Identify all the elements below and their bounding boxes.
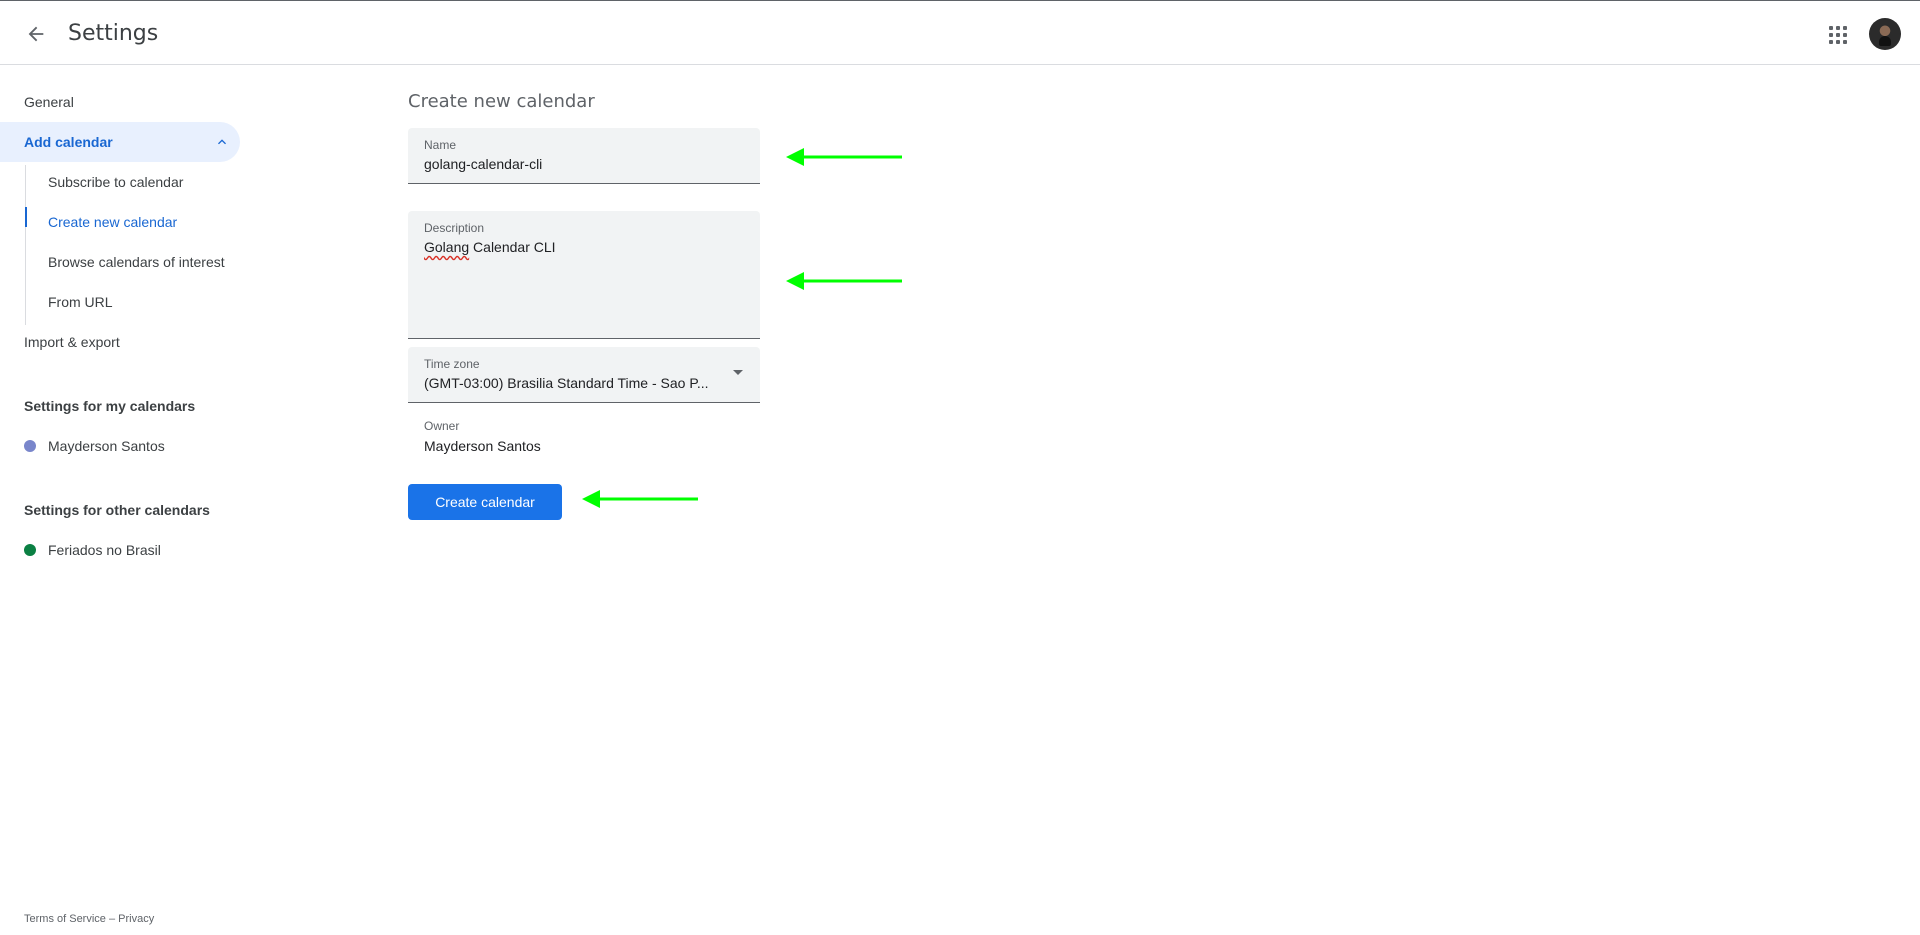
description-field[interactable]: Description Golang Calendar CLI [408, 211, 760, 339]
back-button[interactable] [18, 16, 54, 52]
section-title: Create new calendar [408, 91, 595, 112]
annotation-arrow-icon [582, 490, 698, 508]
sidebar-item-create-new-calendar[interactable]: Create new calendar [0, 202, 240, 242]
timezone-value: (GMT-03:00) Brasilia Standard Time - Sao… [424, 375, 709, 391]
sidebar-item-label: Subscribe to calendar [48, 174, 184, 190]
apps-grid-icon [1829, 26, 1847, 44]
dropdown-arrow-icon [733, 370, 743, 375]
create-calendar-button[interactable]: Create calendar [408, 484, 562, 520]
top-bar: Settings [0, 0, 1920, 65]
annotation-arrow-icon [786, 148, 902, 166]
sidebar-item-label: From URL [48, 294, 113, 310]
sidebar-item-label: Browse calendars of interest [48, 254, 225, 270]
privacy-link[interactable]: Privacy [118, 913, 154, 925]
misspelled-word: Golang [424, 239, 470, 255]
description-field-label: Description [424, 221, 485, 235]
sidebar-item-my-calendar[interactable]: Mayderson Santos [24, 434, 165, 458]
timezone-field-label: Time zone [424, 357, 480, 371]
other-calendars-heading: Settings for other calendars [24, 502, 210, 518]
owner-label: Owner [424, 419, 460, 433]
description-textarea[interactable]: Golang Calendar CLI [424, 239, 556, 255]
owner-value: Mayderson Santos [424, 438, 541, 454]
name-field[interactable]: Name golang-calendar-cli [408, 128, 760, 184]
description-text: Calendar CLI [469, 239, 556, 255]
name-field-label: Name [424, 138, 457, 152]
google-apps-button[interactable] [1818, 17, 1858, 53]
name-input[interactable]: golang-calendar-cli [424, 156, 542, 172]
sidebar-item-other-calendar[interactable]: Feriados no Brasil [24, 538, 161, 562]
sidebar-item-label: Create new calendar [48, 214, 178, 230]
calendar-label: Mayderson Santos [48, 438, 165, 454]
footer-links: Terms of Service – Privacy [24, 913, 154, 925]
sidebar-item-browse-calendars[interactable]: Browse calendars of interest [0, 242, 240, 282]
footer-separator: – [105, 913, 119, 925]
account-avatar[interactable] [1869, 18, 1901, 50]
sidebar-item-subscribe[interactable]: Subscribe to calendar [0, 162, 240, 202]
sidebar-item-add-calendar[interactable]: Add calendar [0, 122, 240, 162]
sidebar-item-import-export[interactable]: Import & export [0, 322, 240, 362]
timezone-select[interactable]: Time zone (GMT-03:00) Brasilia Standard … [408, 347, 760, 403]
sidebar-item-label: General [24, 94, 74, 110]
annotation-arrow-icon [786, 272, 902, 290]
sidebar-item-from-url[interactable]: From URL [0, 282, 240, 322]
calendar-label: Feriados no Brasil [48, 542, 161, 558]
chevron-up-icon [218, 139, 226, 145]
sidebar-item-label: Import & export [24, 334, 120, 350]
my-calendars-heading: Settings for my calendars [24, 398, 196, 414]
sidebar-item-label: Add calendar [24, 134, 113, 150]
terms-link[interactable]: Terms of Service [24, 913, 106, 925]
arrow-back-icon [28, 26, 44, 42]
calendar-color-dot [24, 544, 36, 556]
calendar-color-dot [24, 440, 36, 452]
page-title: Settings [68, 21, 159, 46]
sidebar-item-general[interactable]: General [0, 82, 240, 122]
